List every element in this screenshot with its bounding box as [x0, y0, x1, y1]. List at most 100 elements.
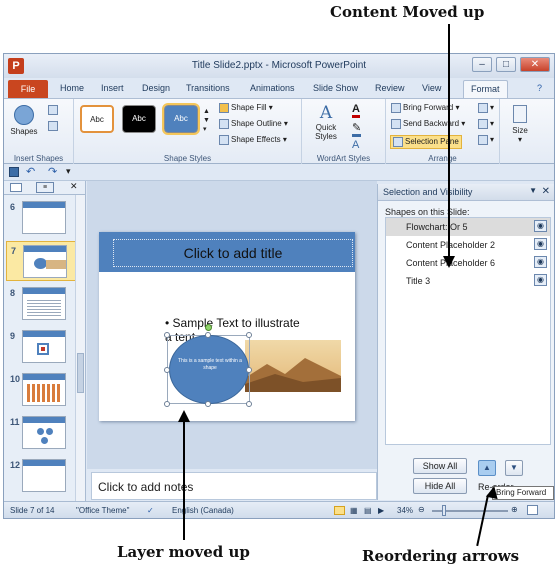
shape-styles-more-icon[interactable]: ▲ ▼ ▾: [203, 107, 210, 134]
normal-view-icon[interactable]: [334, 506, 345, 515]
resize-handle[interactable]: [205, 332, 211, 338]
selection-pane-header: Selection and Visibility ▼ ✕: [378, 184, 554, 201]
text-outline-icon[interactable]: ✎: [352, 121, 362, 137]
text-effects-icon[interactable]: A: [352, 139, 359, 151]
slide-thumbnail[interactable]: 8: [6, 284, 82, 324]
slides-tab-icon[interactable]: [10, 183, 22, 192]
redo-icon[interactable]: ↷: [48, 165, 57, 178]
close-button[interactable]: ✕: [520, 57, 550, 72]
rotate-icon[interactable]: ▾: [478, 135, 494, 145]
visibility-eye-icon[interactable]: ◉: [534, 274, 547, 286]
resize-handle[interactable]: [205, 401, 211, 407]
slide-thumbnail[interactable]: 11: [6, 413, 82, 453]
tab-view[interactable]: View: [422, 83, 441, 93]
resize-handle[interactable]: [246, 367, 252, 373]
slideshow-icon[interactable]: ▶: [378, 506, 384, 515]
annotation-line-top: [448, 24, 450, 260]
size-button[interactable]: Size ▾: [508, 105, 532, 144]
save-icon[interactable]: [9, 167, 19, 177]
zoom-in-icon[interactable]: ⊕: [511, 505, 518, 514]
pane-close-icon[interactable]: ✕: [542, 186, 550, 197]
shape-list-item[interactable]: Title 3 ◉: [386, 272, 550, 290]
undo-icon[interactable]: ↶: [26, 165, 35, 178]
desert-picture[interactable]: [245, 340, 341, 392]
zoom-out-icon[interactable]: ⊖: [418, 505, 425, 514]
selection-pane-icon: [393, 137, 403, 147]
tab-insert[interactable]: Insert: [101, 83, 124, 93]
ribbon-help-icon[interactable]: ?: [537, 83, 542, 93]
resize-handle[interactable]: [246, 332, 252, 338]
shape-style-orange-outline[interactable]: Abc: [80, 105, 114, 133]
spell-check-icon[interactable]: ✓: [147, 506, 154, 515]
move-up-arrow-button[interactable]: ▲: [478, 460, 496, 476]
tab-design[interactable]: Design: [142, 83, 170, 93]
shapes-on-slide-label: Shapes on this Slide:: [385, 207, 470, 217]
visibility-eye-icon[interactable]: ◉: [534, 256, 547, 268]
send-backward-button[interactable]: Send Backward ▾: [391, 119, 465, 129]
move-down-arrow-button[interactable]: ▼: [505, 460, 523, 476]
quick-styles-button[interactable]: A Quick Styles: [310, 103, 342, 141]
group-shape-styles: Abc Abc Abc ▲ ▼ ▾ Shape Fill ▾ Shape Outli…: [74, 99, 302, 164]
bring-forward-tooltip: Bring Forward: [492, 486, 554, 500]
annotation-content-moved-up: Content Moved up: [330, 3, 485, 21]
group-objects-icon[interactable]: ▾: [478, 119, 494, 129]
shape-style-blue[interactable]: Abc: [162, 103, 200, 135]
zoom-slider-thumb[interactable]: [442, 505, 446, 516]
thumbnail-scroll-thumb[interactable]: [77, 353, 84, 393]
shape-fill-button[interactable]: Shape Fill ▾: [219, 103, 273, 113]
tab-format[interactable]: Format: [463, 80, 508, 98]
resize-handle[interactable]: [164, 332, 170, 338]
visibility-eye-icon[interactable]: ◉: [534, 238, 547, 250]
rotation-handle[interactable]: [205, 324, 212, 331]
fit-to-window-icon[interactable]: [527, 505, 538, 515]
selection-pane-button[interactable]: Selection Pane: [390, 135, 462, 149]
slide-thumbnail[interactable]: 10: [6, 370, 82, 410]
slide-thumbnail[interactable]: 12: [6, 456, 82, 496]
slide-thumbnail[interactable]: 6: [6, 198, 82, 238]
tab-file[interactable]: File: [8, 80, 48, 98]
pane-options-icon[interactable]: ▼: [529, 186, 537, 195]
text-fill-icon[interactable]: A: [352, 103, 360, 118]
shape-list-item[interactable]: Flowchart: Or 5 ◉: [386, 218, 550, 236]
hide-all-button[interactable]: Hide All: [413, 478, 467, 494]
shape-style-black[interactable]: Abc: [122, 105, 156, 133]
group-insert-shapes: Shapes Insert Shapes: [4, 99, 74, 164]
text-box-icon[interactable]: [48, 121, 60, 131]
outline-tab-icon[interactable]: ≡: [36, 182, 54, 193]
customize-toolbar-icon[interactable]: ▾: [66, 166, 71, 177]
notes-placeholder[interactable]: Click to add notes: [91, 472, 377, 500]
slide-canvas[interactable]: Click to add title • Sample Text to illu…: [99, 232, 355, 421]
slide-thumbnail-active[interactable]: 7: [6, 241, 82, 281]
thumbnail-scrollbar[interactable]: [75, 195, 85, 501]
tab-review[interactable]: Review: [375, 83, 405, 93]
maximize-button[interactable]: □: [496, 57, 516, 72]
align-icon[interactable]: ▾: [478, 103, 494, 113]
slide-thumbnail[interactable]: 9: [6, 327, 82, 367]
close-panel-icon[interactable]: ✕: [70, 181, 78, 192]
shape-list-item[interactable]: Content Placeholder 6 ◉: [386, 254, 550, 272]
title-placeholder[interactable]: Click to add title: [113, 239, 353, 267]
annotation-arrowhead-reorder: [485, 484, 501, 500]
shape-effects-button[interactable]: Shape Effects ▾: [219, 135, 287, 145]
shapes-button[interactable]: Shapes: [9, 105, 39, 136]
tab-animations[interactable]: Animations: [250, 83, 295, 93]
visibility-eye-icon[interactable]: ◉: [534, 220, 547, 232]
theme-name: "Office Theme": [76, 506, 130, 515]
reading-view-icon[interactable]: ▤: [364, 506, 372, 515]
resize-handle[interactable]: [246, 401, 252, 407]
zoom-level: 34%: [397, 506, 414, 515]
minimize-button[interactable]: –: [472, 57, 492, 72]
resize-handle[interactable]: [164, 367, 170, 373]
tab-slide-show[interactable]: Slide Show: [313, 83, 358, 93]
slide-sorter-icon[interactable]: ▦: [350, 506, 358, 515]
show-all-button[interactable]: Show All: [413, 458, 467, 474]
ellipse-shape[interactable]: This is a sample text within a shape: [169, 335, 249, 404]
language: English (Canada): [172, 506, 234, 515]
tab-home[interactable]: Home: [60, 83, 84, 93]
shape-list-item[interactable]: Content Placeholder 2 ◉: [386, 236, 550, 254]
ribbon-tabs: File Home Insert Design Transitions Anim…: [4, 78, 554, 98]
shape-outline-button[interactable]: Shape Outline ▾: [219, 119, 288, 129]
tab-transitions[interactable]: Transitions: [186, 83, 230, 93]
resize-handle[interactable]: [164, 401, 170, 407]
edit-shape-icon[interactable]: [48, 105, 60, 115]
